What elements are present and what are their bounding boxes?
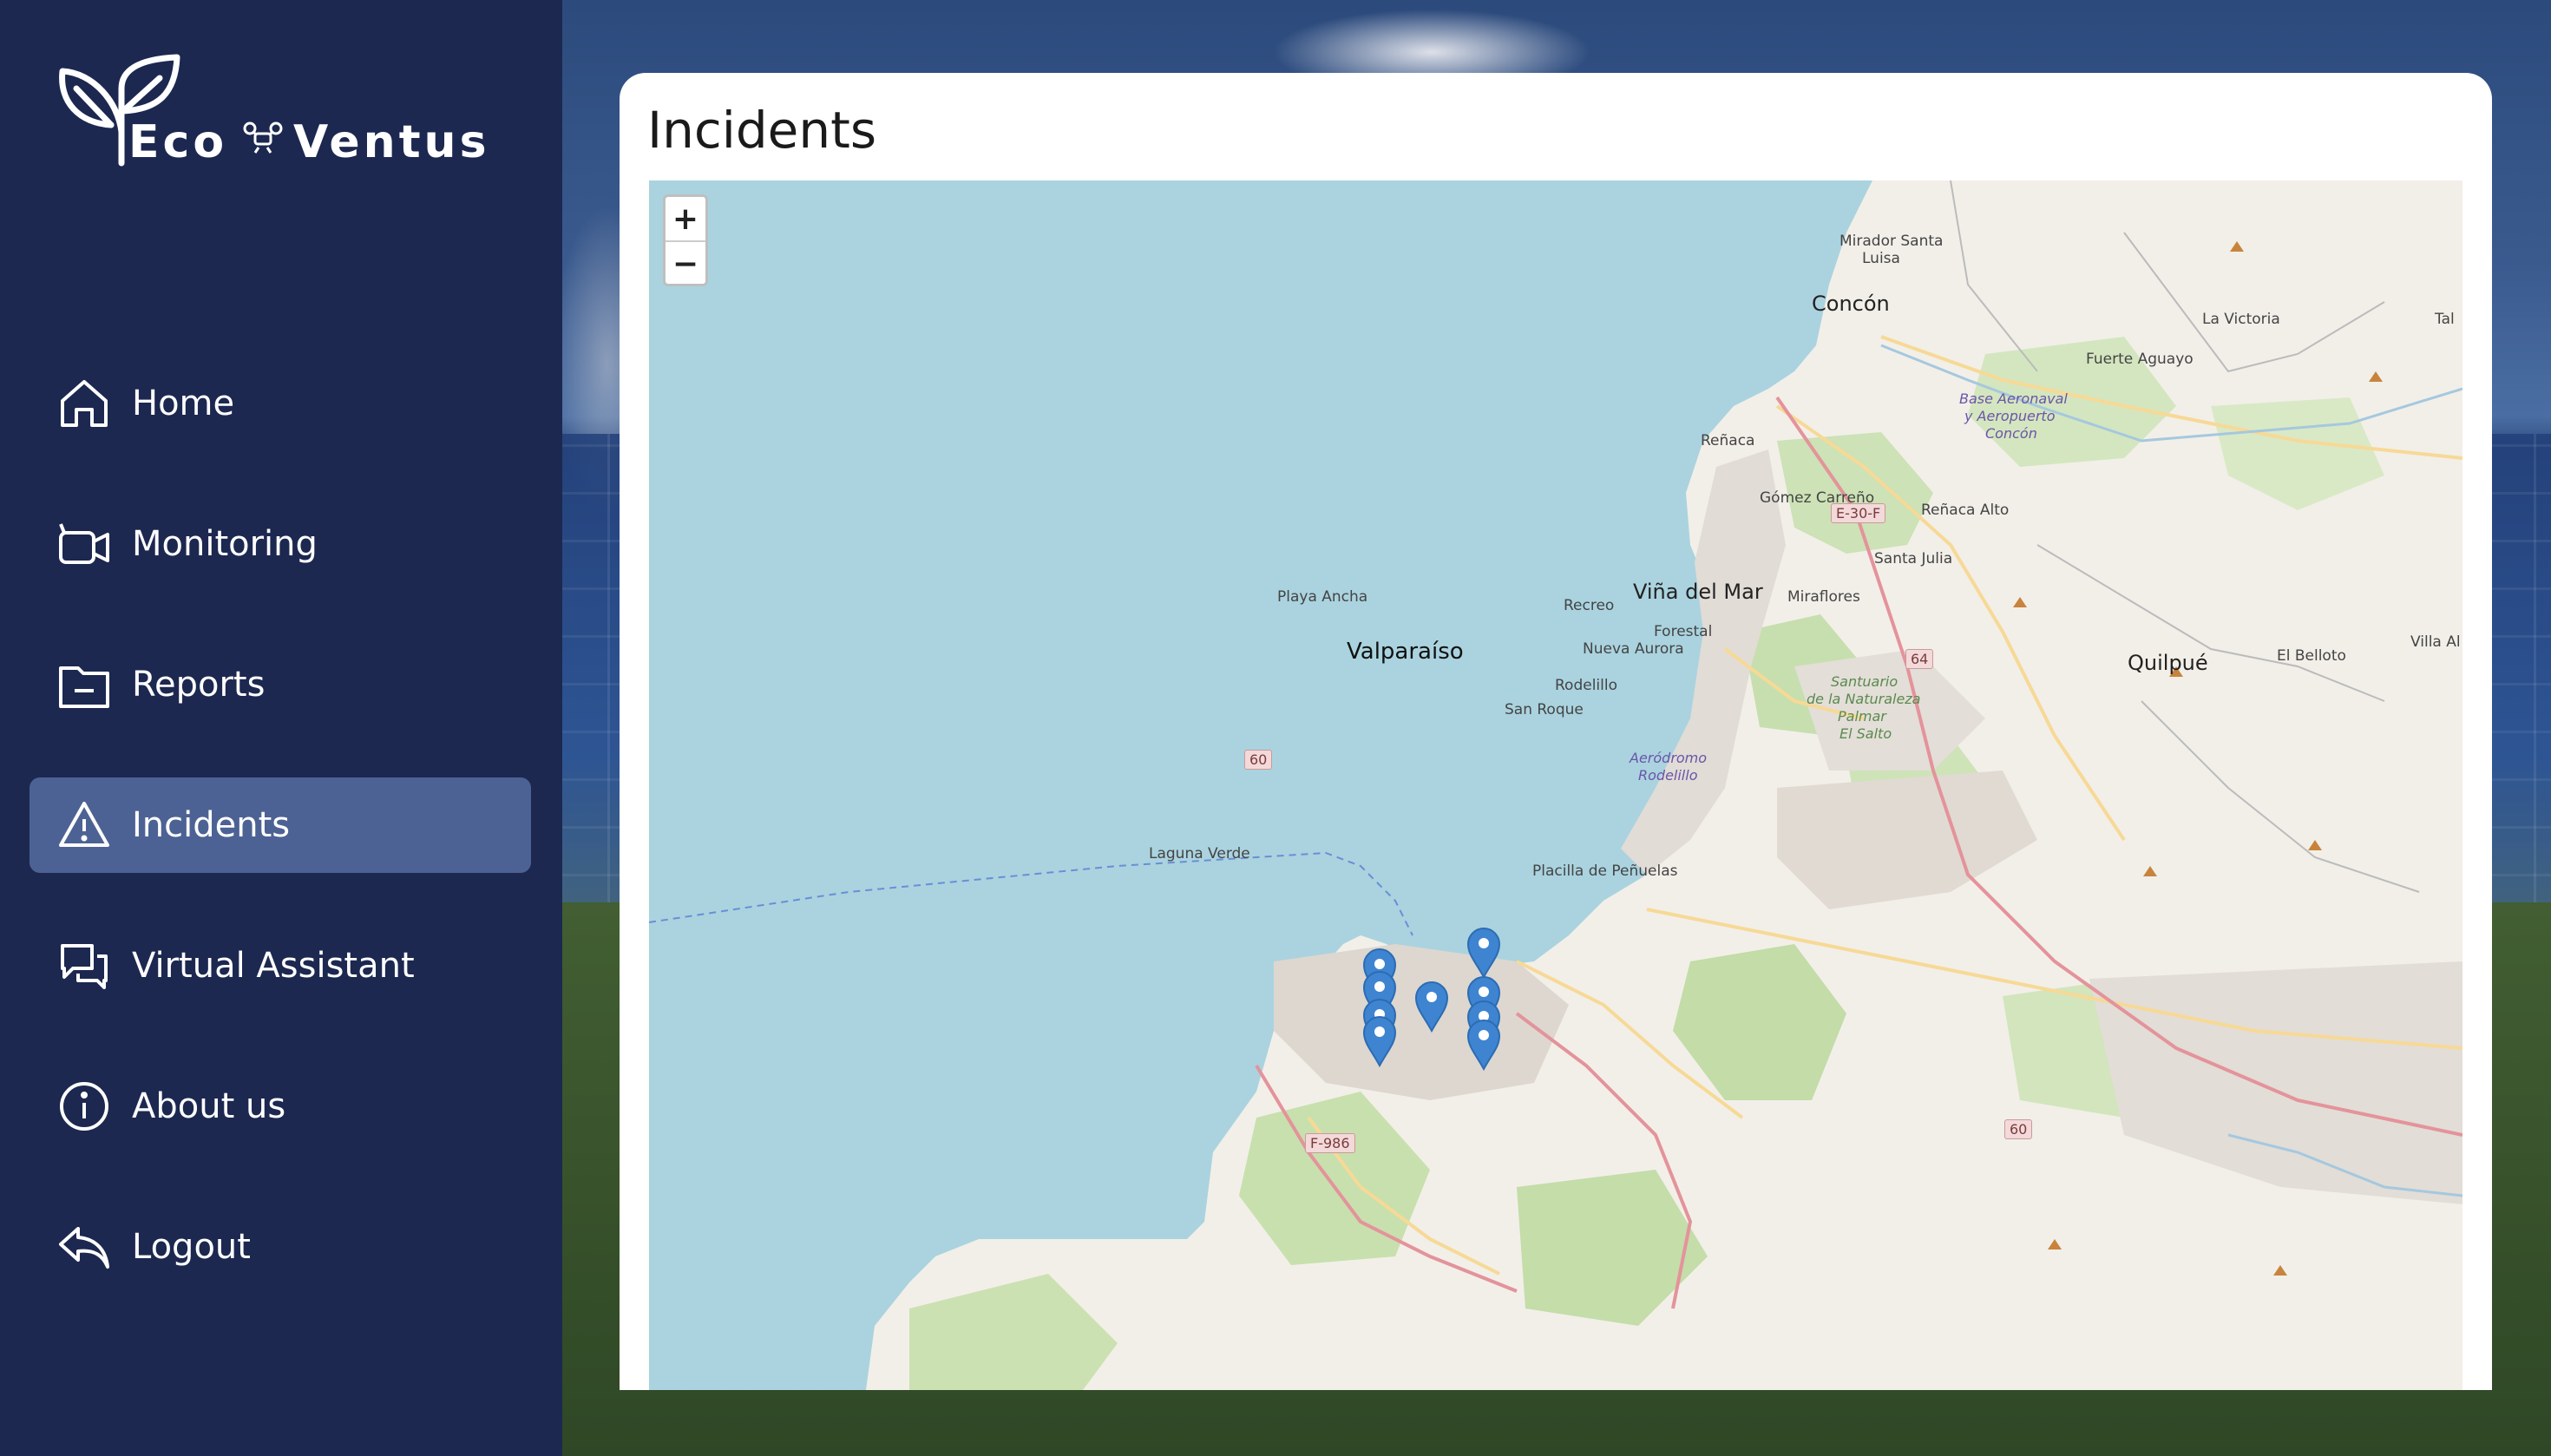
warning-icon <box>56 797 113 854</box>
map-label: Laguna Verde <box>1149 845 1250 862</box>
map-label: de la Naturaleza <box>1807 691 1921 707</box>
sidebar-item-reports[interactable]: Reports <box>30 637 531 732</box>
map-label: Valparaíso <box>1347 639 1464 665</box>
road-sign: 60 <box>1244 750 1273 770</box>
incidents-map[interactable]: Mirador Santa Luisa Concón La Victoria T… <box>649 180 2462 1390</box>
map-label: Luisa <box>1862 250 1900 267</box>
sidebar-item-label: Virtual Assistant <box>132 946 415 986</box>
incident-marker[interactable] <box>1466 1019 1501 1071</box>
map-label: Tal <box>2435 311 2455 328</box>
info-icon <box>56 1078 113 1135</box>
road-sign: F-986 <box>1305 1133 1355 1153</box>
folder-icon <box>56 656 113 713</box>
page-title: Incidents <box>647 101 877 160</box>
map-label: El Salto <box>1839 725 1892 742</box>
road-sign: 64 <box>1905 649 1934 669</box>
map-label: Rodelillo <box>1638 767 1698 784</box>
road-sign: E-30-F <box>1831 503 1886 523</box>
map-label: y Aeropuerto <box>1964 408 2056 424</box>
sidebar-item-label: Logout <box>132 1227 251 1267</box>
map-label: Rodelillo <box>1555 677 1617 694</box>
map-label: El Belloto <box>2277 647 2346 665</box>
map-label: Base Aeronaval <box>1959 390 2068 407</box>
sidebar-item-logout[interactable]: Logout <box>30 1199 531 1295</box>
map-label: La Victoria <box>2202 311 2280 328</box>
incident-marker[interactable] <box>1414 981 1449 1033</box>
map-label: Villa Al <box>2410 633 2461 651</box>
map-label: Concón <box>1812 292 1890 316</box>
map-label: Mirador Santa <box>1839 233 1944 250</box>
zoom-out-button[interactable]: − <box>666 242 705 284</box>
sidebar-item-label: Home <box>132 384 235 423</box>
map-label: Placilla de Peñuelas <box>1532 862 1678 880</box>
home-icon <box>56 375 113 432</box>
map-label: Santuario <box>1831 673 1898 690</box>
sidebar-item-label: Incidents <box>132 805 291 845</box>
map-label: Quilpué <box>2128 651 2208 675</box>
sidebar-item-virtual-assistant[interactable]: Virtual Assistant <box>30 918 531 1013</box>
map-label: Fuerte Aguayo <box>2086 351 2194 368</box>
map-label: Santa Julia <box>1874 550 1953 567</box>
map-label: Concón <box>1985 425 2037 442</box>
map-label: Reñaca <box>1701 432 1755 449</box>
incident-marker[interactable] <box>1362 1015 1397 1067</box>
map-label: San Roque <box>1505 701 1584 718</box>
chat-icon <box>56 937 113 994</box>
eco-ventus-logo[interactable]: Eco Ventus <box>57 54 508 168</box>
map-label: Nueva Aurora <box>1583 640 1684 658</box>
sidebar-item-label: Monitoring <box>132 524 318 564</box>
map-label: Reñaca Alto <box>1921 502 2010 519</box>
video-camera-icon <box>56 515 113 573</box>
map-label: Palmar <box>1838 708 1886 725</box>
sidebar-item-label: Reports <box>132 665 266 705</box>
map-label: Forestal <box>1654 623 1713 640</box>
logo-text-ventus: Ventus <box>293 116 490 168</box>
zoom-in-button[interactable]: + <box>666 197 705 242</box>
map-label: Recreo <box>1564 597 1615 614</box>
zoom-control: + − <box>663 194 708 286</box>
sidebar-item-monitoring[interactable]: Monitoring <box>30 496 531 592</box>
logo-text-eco: Eco <box>128 116 228 168</box>
sidebar: Eco Ventus Home Monitoring Reports Incid… <box>0 0 562 1456</box>
map-label: Viña del Mar <box>1633 580 1763 604</box>
incident-marker[interactable] <box>1466 927 1501 979</box>
sidebar-item-label: About us <box>132 1086 286 1126</box>
map-label: Playa Ancha <box>1277 588 1368 606</box>
logout-icon <box>56 1218 113 1276</box>
sidebar-item-incidents[interactable]: Incidents <box>30 777 531 873</box>
map-label: Miraflores <box>1787 588 1860 606</box>
drone-icon <box>243 121 283 154</box>
sidebar-item-home[interactable]: Home <box>30 356 531 451</box>
sidebar-item-about-us[interactable]: About us <box>30 1059 531 1154</box>
map-label: Aeródromo <box>1630 750 1708 766</box>
road-sign: 60 <box>2004 1119 2033 1139</box>
incidents-card: Incidents Mirador Santa Luisa Concón La … <box>620 73 2492 1390</box>
